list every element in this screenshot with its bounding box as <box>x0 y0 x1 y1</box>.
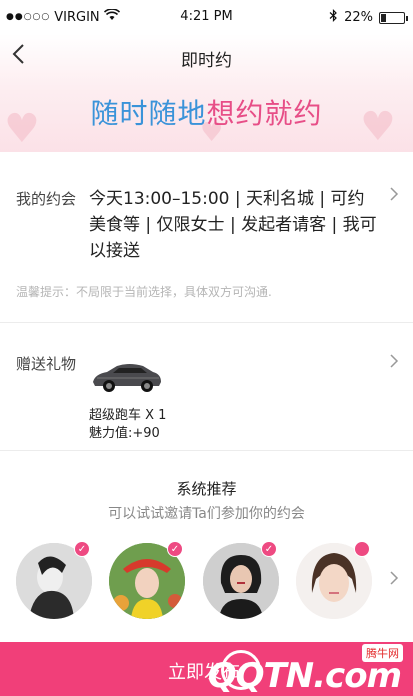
tip-text: 温馨提示：不局限于当前选择，具体双方可沟通. <box>16 285 272 299</box>
sports-car-icon <box>89 352 163 398</box>
watermark-tag: 腾牛网 <box>362 644 403 662</box>
battery-percent: 22% <box>344 10 373 25</box>
chevron-right-icon <box>389 353 399 374</box>
divider <box>0 450 413 451</box>
unselected-check-icon[interactable] <box>354 541 370 557</box>
slogan: 随时随地想约就约 <box>0 92 413 132</box>
watermark-brand: QQTN.com <box>207 656 402 696</box>
battery-icon <box>379 11 408 24</box>
recommend-title: 系统推荐 <box>176 480 237 498</box>
gift-name: 超级跑车 X 1 <box>89 408 167 423</box>
divider <box>0 322 413 323</box>
appointment-label: 我的约会 <box>16 190 77 208</box>
gift-charm: 魅力值:+90 <box>89 426 160 441</box>
more-recommend-chevron-icon[interactable] <box>389 570 399 591</box>
selected-check-icon[interactable]: ✓ <box>167 541 183 557</box>
status-bar: ●●○○○ VIRGIN 4:21 PM 22% <box>0 0 413 34</box>
selected-check-icon[interactable]: ✓ <box>74 541 90 557</box>
status-right: 22% <box>329 9 408 26</box>
selected-check-icon[interactable]: ✓ <box>261 541 277 557</box>
slogan-part2: 想约就约 <box>206 97 323 130</box>
chevron-right-icon <box>389 186 399 207</box>
gift-label: 赠送礼物 <box>16 355 77 373</box>
watermark: QQTN.com 腾牛网 <box>199 644 409 696</box>
recommend-subtitle: 可以试试邀请Ta们参加你的约会 <box>108 506 305 522</box>
bluetooth-icon <box>329 9 338 26</box>
header-banner: ♥ ♥ ♥ 即时约 随时随地想约就约 <box>0 34 413 152</box>
publish-button[interactable]: 立即发布 QQTN.com 腾牛网 <box>0 642 413 696</box>
page-title: 即时约 <box>181 51 232 71</box>
slogan-part1: 随时随地 <box>90 97 207 130</box>
appointment-details: 今天13:00–15:00 | 天利名城 | 可约美食等 | 仅限女士 | 发起… <box>89 189 377 261</box>
